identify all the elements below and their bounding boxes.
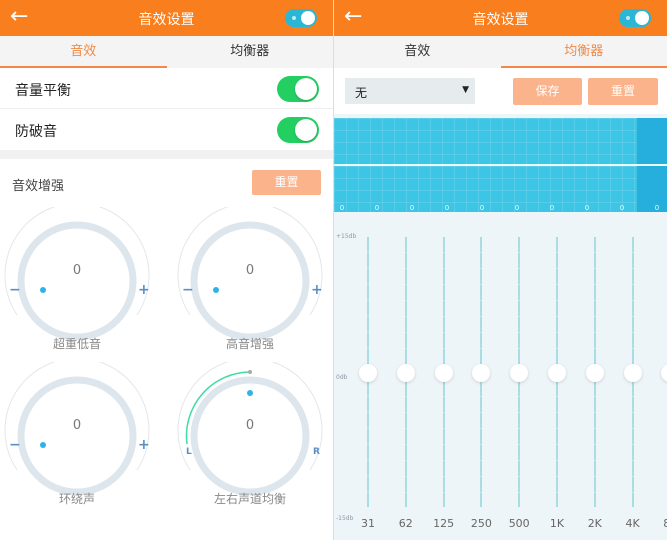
preset-select[interactable]: 无 ▼ — [345, 78, 475, 104]
graph-value-label: 0 — [374, 204, 380, 212]
tab-bar: 音效 均衡器 — [0, 36, 333, 68]
eq-frequency-label: 2K — [587, 517, 602, 530]
dial-name: 超重低音 — [52, 337, 101, 351]
tab-sound-effects[interactable]: 音效 — [0, 36, 167, 68]
db-label-bottom: -15db — [336, 515, 354, 522]
eq-curve-line — [334, 164, 667, 166]
anti-clipping-label: 防破音 — [15, 124, 57, 140]
eq-frequency-label: 8K — [663, 517, 667, 530]
dial-name: 高音增强 — [225, 337, 274, 351]
eq-frequency-label: 500 — [508, 517, 530, 530]
dial-value: 0 — [245, 263, 255, 278]
graph-value-label: 0 — [654, 204, 660, 212]
master-toggle[interactable] — [285, 9, 317, 27]
section-title: 音效增强 — [12, 179, 65, 194]
graph-value-label: 0 — [409, 204, 415, 212]
dial-min-label: L — [186, 447, 192, 457]
eq-frequency-label: 125 — [433, 517, 455, 530]
eq-frequency-label: 31 — [361, 517, 375, 530]
eq-frequency-label: 250 — [470, 517, 492, 530]
equalizer-panel: ← 音效设置 音效 均衡器 无 ▼ 保存 重置 0 0 0 0 0 0 0 0 0 0 +15db… — [334, 0, 667, 540]
eq-slider-knob[interactable] — [396, 364, 415, 382]
graph-value-label: 0 — [479, 204, 485, 212]
graph-value-label: 0 — [619, 204, 625, 212]
dial-max-label: + — [138, 282, 150, 298]
treble-boost-dial[interactable]: 0 − + 高音增强 — [173, 207, 333, 357]
graph-value-label: 0 — [444, 204, 450, 212]
volume-balance-toggle[interactable] — [277, 76, 319, 102]
graph-value-label: 0 — [584, 204, 590, 212]
divider — [0, 150, 333, 159]
graph-value-label: 0 — [339, 204, 345, 212]
eq-frequency-label: 62 — [398, 517, 413, 530]
eq-slider-knob[interactable] — [510, 364, 529, 382]
eq-slider-knob[interactable] — [548, 364, 566, 382]
tab-bar: 音效 均衡器 — [334, 36, 667, 68]
eq-frequency-label: 1K — [549, 517, 565, 530]
bass-boost-dial[interactable]: 0 − + 超重低音 — [0, 207, 160, 357]
db-label-top: +15db — [336, 233, 357, 240]
eq-frequency-label: 4K — [625, 517, 640, 530]
dial-name: 环绕声 — [58, 492, 95, 506]
dial-max-label: + — [311, 282, 323, 298]
header: ← 音效设置 — [0, 0, 333, 36]
eq-slider-knob[interactable] — [434, 364, 453, 382]
volume-balance-label: 音量平衡 — [15, 83, 71, 99]
toolbar: 无 ▼ 保存 重置 — [334, 68, 667, 114]
eq-slider-knob[interactable] — [623, 364, 642, 382]
balance-dial[interactable]: 0 L R 左右声道均衡 — [173, 362, 333, 512]
page-title: 音效设置 — [138, 12, 195, 28]
eq-slider-knob[interactable] — [472, 364, 491, 382]
volume-balance-row: 音量平衡 — [0, 69, 333, 109]
save-button[interactable]: 保存 — [513, 78, 582, 105]
tab-sound-effects[interactable]: 音效 — [334, 36, 501, 68]
master-toggle[interactable] — [619, 9, 651, 27]
sound-effects-panel: ← 音效设置 音效 均衡器 音量平衡 防破音 音效增强 重置 0 − + 超重低… — [0, 0, 333, 540]
dial-max-label: R — [313, 447, 320, 457]
dropdown-caret-icon: ▼ — [462, 85, 469, 95]
dial-name: 左右声道均衡 — [213, 492, 286, 506]
header: ← 音效设置 — [334, 0, 667, 36]
page-title: 音效设置 — [472, 12, 529, 28]
anti-clipping-row: 防破音 — [0, 110, 333, 150]
surround-dial[interactable]: 0 − + 环绕声 — [0, 362, 160, 512]
dial-value: 0 — [245, 418, 255, 433]
dial-max-label: + — [138, 437, 150, 453]
anti-clipping-toggle[interactable] — [277, 117, 319, 143]
eq-curve-graph: 0 0 0 0 0 0 0 0 0 0 — [334, 118, 667, 212]
preset-value: 无 — [355, 86, 368, 100]
eq-slider-knob[interactable] — [585, 364, 604, 382]
reset-button[interactable]: 重置 — [588, 78, 658, 105]
tab-equalizer[interactable]: 均衡器 — [500, 36, 667, 68]
dial-value: 0 — [72, 418, 82, 433]
graph-value-label: 0 — [549, 204, 555, 212]
dial-min-label: − — [9, 437, 21, 453]
reset-button[interactable]: 重置 — [252, 170, 321, 195]
graph-value-label: 0 — [514, 204, 520, 212]
tab-equalizer[interactable]: 均衡器 — [167, 36, 334, 68]
dial-value: 0 — [72, 263, 82, 278]
db-label-mid: 0db — [336, 374, 348, 381]
eq-slider-knob[interactable] — [359, 364, 377, 382]
eq-slider-knob[interactable] — [661, 364, 667, 382]
dial-min-label: − — [182, 282, 194, 298]
dial-min-label: − — [9, 282, 21, 298]
